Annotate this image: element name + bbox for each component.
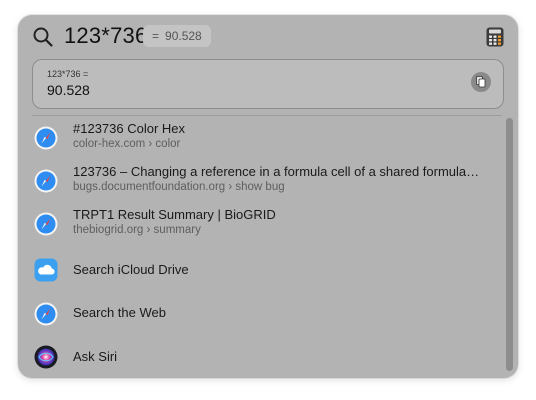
- safari-icon: [34, 126, 58, 150]
- result-title: TRPT1 Result Summary | BioGRID: [73, 207, 276, 222]
- calculator-expression: 123*736 =: [47, 69, 89, 79]
- spotlight-panel: 123*736 = 90.528 123*736 = 90.528 #12373…: [18, 15, 518, 378]
- icloud-icon: [34, 258, 58, 282]
- calculator-value: 90.528: [47, 82, 90, 98]
- inline-result-value: 90.528: [165, 29, 202, 43]
- safari-icon: [34, 169, 58, 193]
- result-title: Ask Siri: [73, 349, 118, 364]
- list-item[interactable]: Search iCloud Drive: [18, 247, 508, 290]
- list-item[interactable]: Search the Web: [18, 290, 508, 333]
- calculator-app-icon[interactable]: [486, 27, 504, 47]
- result-subtitle: thebiogrid.org › summary: [73, 224, 201, 236]
- list-item[interactable]: #123736 Color Hex color-hex.com › color: [18, 116, 508, 159]
- list-item[interactable]: TRPT1 Result Summary | BioGRID thebiogri…: [18, 202, 508, 245]
- siri-icon: [34, 345, 58, 369]
- copy-icon: [476, 76, 486, 88]
- search-input[interactable]: 123*736: [64, 23, 147, 49]
- search-icon: [33, 27, 53, 47]
- search-bar[interactable]: 123*736 = 90.528: [18, 15, 518, 59]
- list-item[interactable]: 123736 – Changing a reference in a formu…: [18, 159, 508, 202]
- scrollbar[interactable]: [506, 118, 513, 371]
- result-title: 123736 – Changing a reference in a formu…: [73, 164, 480, 179]
- result-title: Search the Web: [73, 305, 166, 320]
- result-title: #123736 Color Hex: [73, 121, 186, 136]
- result-subtitle: color-hex.com › color: [73, 138, 181, 150]
- inline-result-badge: = 90.528: [143, 25, 211, 47]
- copy-button[interactable]: [471, 72, 491, 92]
- equals-sign: =: [152, 29, 160, 43]
- calculator-result-card[interactable]: 123*736 = 90.528: [32, 59, 504, 109]
- result-title: Search iCloud Drive: [73, 262, 189, 277]
- safari-icon: [34, 302, 58, 326]
- list-item[interactable]: Ask Siri: [18, 333, 508, 376]
- safari-icon: [34, 212, 58, 236]
- result-subtitle: bugs.documentfoundation.org › show bug: [73, 181, 285, 193]
